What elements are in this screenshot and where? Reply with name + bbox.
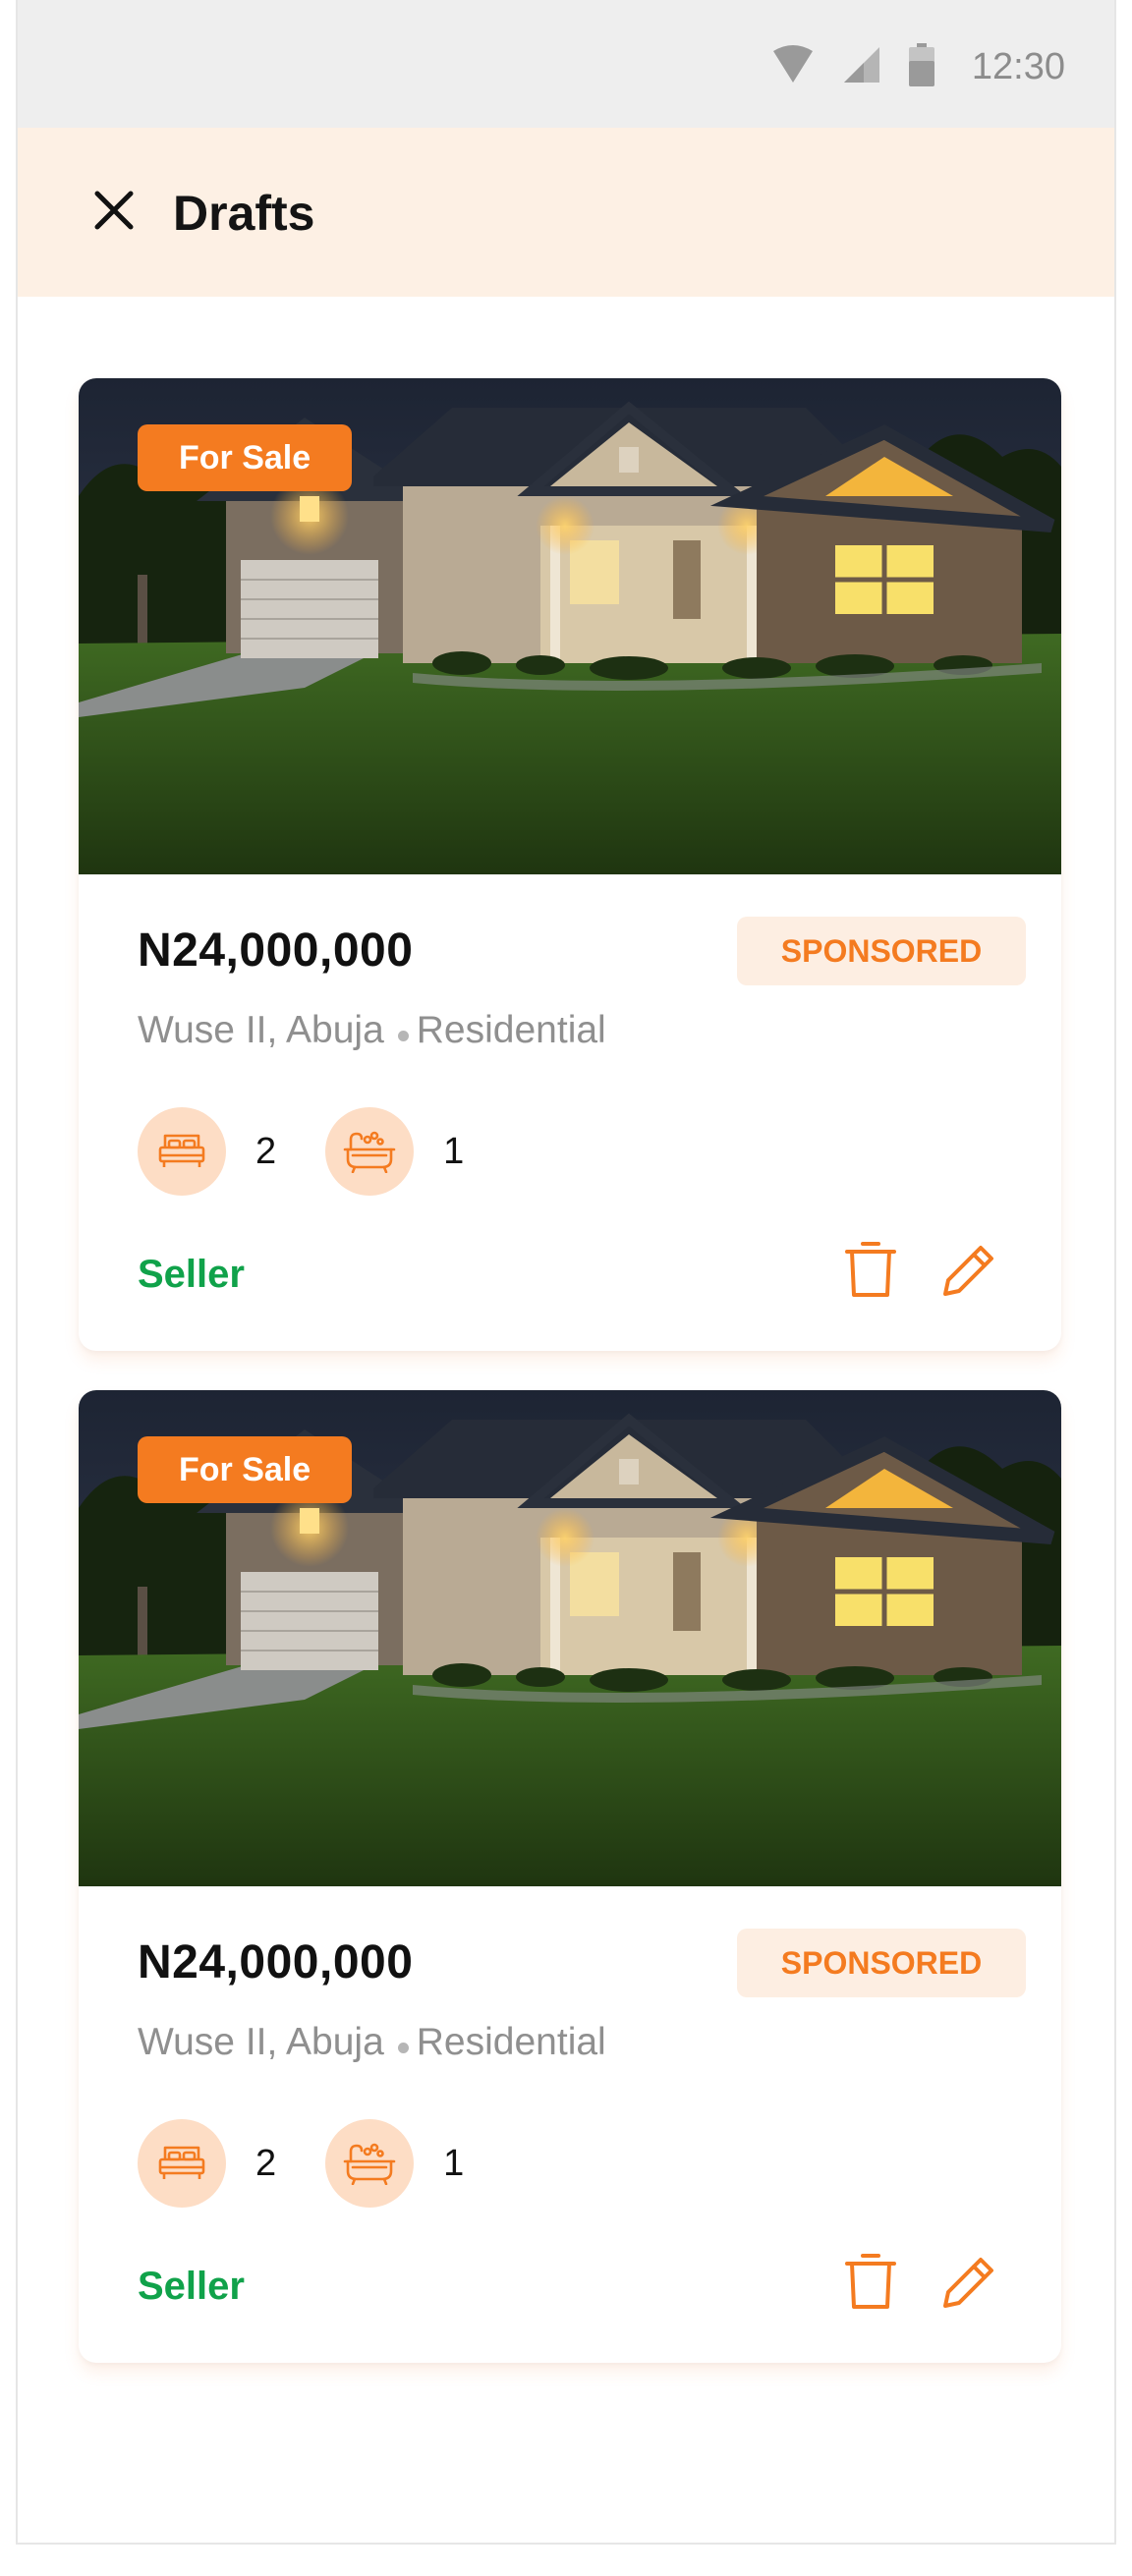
location-text: Wuse II, Abuja — [138, 2021, 384, 2063]
status-bar: 12:30 — [18, 0, 1114, 128]
seller-label: Seller — [138, 2265, 245, 2308]
trash-icon — [843, 1242, 898, 1305]
listing-location: Wuse II, Abuja Residential — [138, 2021, 606, 2064]
bathroom-count: 1 — [443, 2142, 465, 2184]
listing-card[interactable]: For Sale N24,000,000 SPONSORED Wuse II, … — [79, 378, 1061, 1351]
listing-location: Wuse II, Abuja Residential — [138, 1009, 606, 1052]
delete-button[interactable] — [843, 2250, 898, 2313]
bathtub-icon — [325, 1107, 415, 1196]
bedroom-count: 2 — [255, 2142, 277, 2184]
cell-signal-icon — [842, 45, 881, 89]
pencil-icon — [941, 2258, 996, 2314]
edit-button[interactable] — [941, 1243, 996, 1298]
listing-price: N24,000,000 — [138, 924, 414, 977]
battery-icon — [908, 42, 934, 91]
separator-dot — [397, 2042, 409, 2053]
for-sale-badge: For Sale — [138, 1436, 353, 1503]
bed-icon — [138, 1107, 226, 1196]
page-title: Drafts — [173, 186, 315, 241]
listing-features: 2 1 — [138, 2119, 513, 2208]
trash-icon — [843, 2254, 898, 2317]
sponsored-badge: SPONSORED — [737, 917, 1026, 985]
bedroom-count: 2 — [255, 1130, 277, 1172]
category-text: Residential — [416, 2021, 606, 2063]
seller-label: Seller — [138, 1253, 245, 1296]
category-text: Residential — [416, 1009, 606, 1051]
app-bar: Drafts — [18, 128, 1114, 297]
pencil-icon — [941, 1246, 996, 1302]
bed-icon — [138, 2119, 226, 2208]
sponsored-badge: SPONSORED — [737, 1929, 1026, 1997]
close-button[interactable] — [77, 175, 151, 250]
location-text: Wuse II, Abuja — [138, 1009, 384, 1051]
phone-screen: 12:30 Drafts For Sale N24,000,000 SPONSO… — [16, 0, 1116, 2545]
bathroom-count: 1 — [443, 1130, 465, 1172]
listing-card[interactable]: For Sale N24,000,000 SPONSORED Wuse II, … — [79, 1390, 1061, 2363]
wifi-icon — [771, 44, 815, 89]
for-sale-badge: For Sale — [138, 424, 353, 491]
listing-features: 2 1 — [138, 1107, 513, 1196]
close-icon — [93, 190, 135, 236]
delete-button[interactable] — [843, 1238, 898, 1301]
separator-dot — [397, 1030, 409, 1041]
listing-price: N24,000,000 — [138, 1936, 414, 1988]
bathtub-icon — [325, 2119, 415, 2208]
edit-button[interactable] — [941, 2255, 996, 2310]
status-time: 12:30 — [971, 45, 1065, 87]
